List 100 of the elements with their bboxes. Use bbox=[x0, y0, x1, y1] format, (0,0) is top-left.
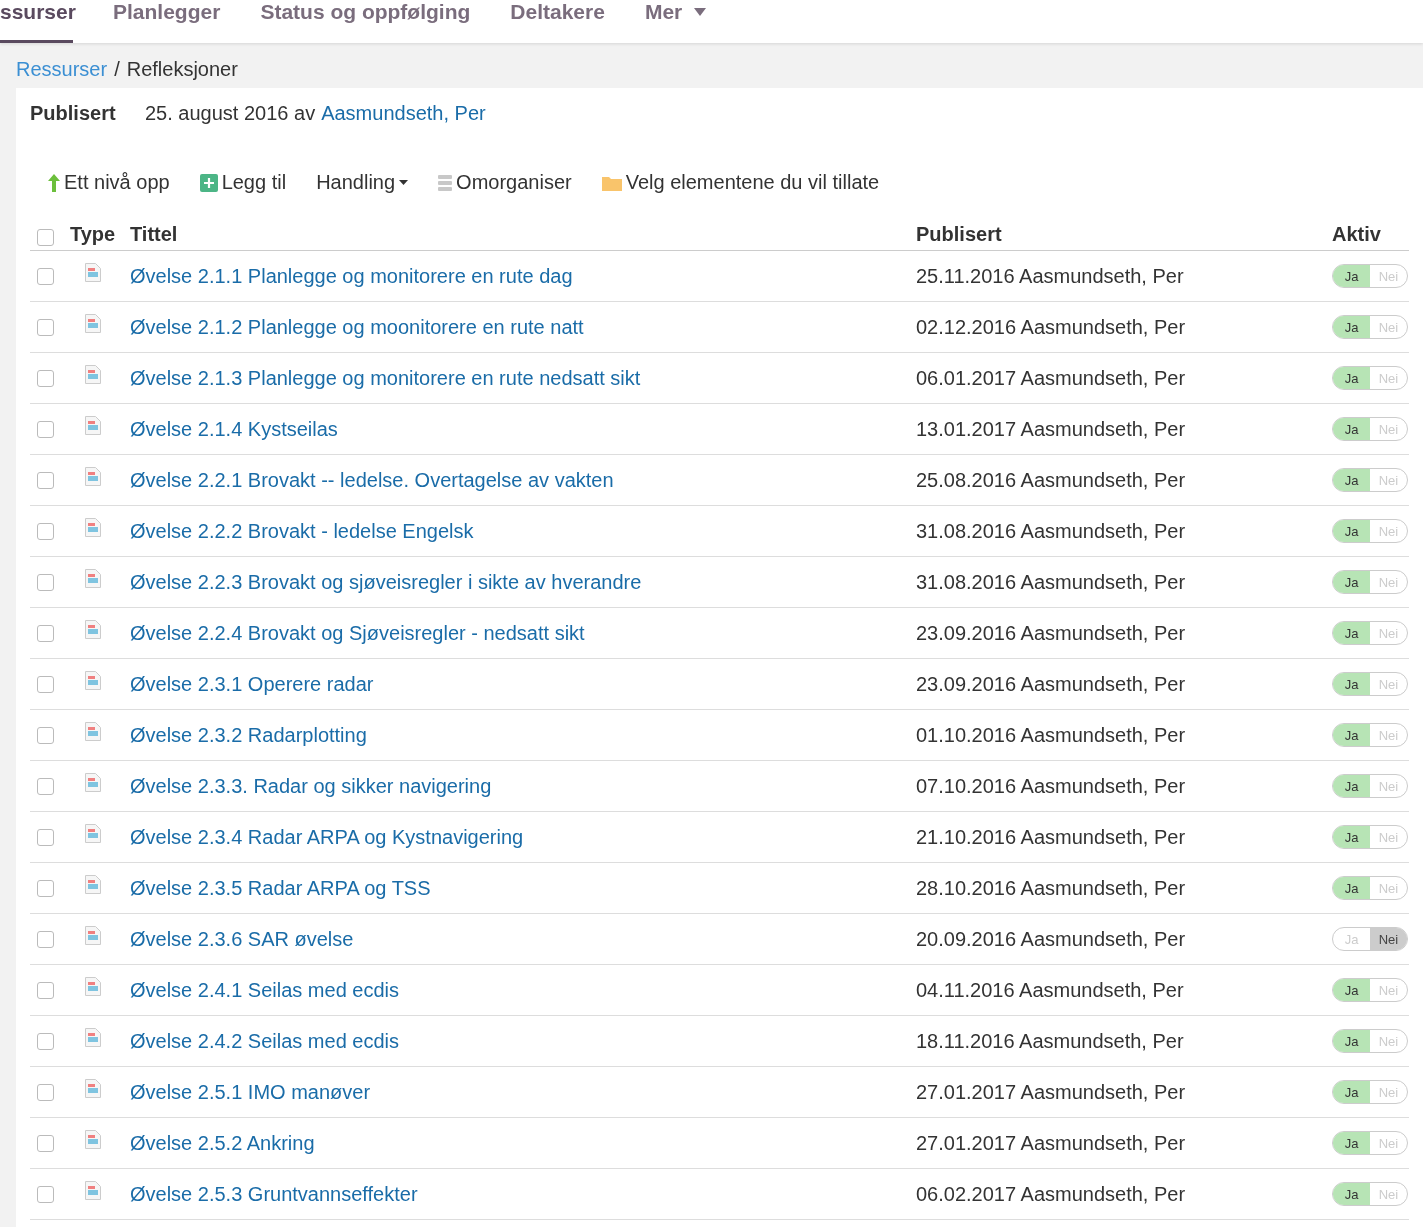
published-cell-text: 20.09.2016 Aasmundseth, Per bbox=[916, 927, 1187, 951]
nav-tab[interactable]: Planlegger bbox=[113, 0, 221, 43]
document-icon bbox=[85, 263, 101, 282]
toolbar-button[interactable]: Ett nivå opp bbox=[48, 171, 170, 194]
resource-title-link[interactable]: Øvelse 2.2.2 Brovakt - ledelse Engelsk bbox=[130, 519, 916, 543]
resource-title-link[interactable]: Øvelse 2.3.5 Radar ARPA og TSS bbox=[130, 876, 916, 900]
resource-title-link[interactable]: Øvelse 2.1.4 Kystseilas bbox=[130, 417, 916, 441]
document-icon bbox=[85, 314, 101, 333]
published-cell-text: 28.10.2016 Aasmundseth, Per bbox=[916, 876, 1187, 900]
published-label: Publisert bbox=[30, 102, 117, 125]
document-icon bbox=[85, 1130, 101, 1149]
document-icon bbox=[85, 416, 101, 435]
document-icon bbox=[85, 977, 101, 996]
row-checkbox[interactable] bbox=[37, 522, 54, 540]
document-icon bbox=[85, 467, 101, 486]
toolbar-button[interactable]: Legg til bbox=[199, 171, 287, 194]
row-checkbox[interactable] bbox=[37, 1032, 54, 1050]
arrow-up-icon bbox=[48, 173, 60, 192]
resource-title-link[interactable]: Øvelse 2.4.2 Seilas med ecdis bbox=[130, 1029, 916, 1053]
row-checkbox[interactable] bbox=[37, 879, 54, 897]
published-cell-text: 25.08.2016 Aasmundseth, Per bbox=[916, 468, 1187, 492]
row-checkbox[interactable] bbox=[37, 624, 54, 642]
row-checkbox[interactable] bbox=[37, 981, 54, 999]
resource-title-link[interactable]: Øvelse 2.3.6 SAR øvelse bbox=[130, 927, 916, 951]
published-cell-text: 31.08.2016 Aasmundseth, Per bbox=[916, 519, 1187, 543]
breadcrumb-current: Refleksjoner bbox=[126, 58, 238, 81]
resource-title-link[interactable]: Øvelse 2.5.2 Ankring bbox=[130, 1131, 916, 1155]
breadcrumb-separator: / bbox=[114, 58, 120, 81]
nav-tab[interactable]: Status og oppfølging bbox=[260, 0, 471, 43]
resource-title-link[interactable]: Øvelse 2.2.3 Brovakt og sjøveisregler i sikte av hverandre bbox=[130, 570, 916, 594]
document-icon bbox=[85, 365, 101, 384]
resource-title-link[interactable]: Øvelse 2.4.1 Seilas med ecdis bbox=[130, 978, 916, 1002]
row-checkbox[interactable] bbox=[37, 318, 54, 336]
column-header: Publisert bbox=[916, 223, 1003, 246]
row-checkbox[interactable] bbox=[37, 471, 54, 489]
resource-title-link[interactable]: Øvelse 2.3.3. Radar og sikker navigering bbox=[130, 774, 916, 798]
row-checkbox[interactable] bbox=[37, 1083, 54, 1101]
document-icon bbox=[85, 722, 101, 741]
row-checkbox[interactable] bbox=[37, 369, 54, 387]
nav-tab[interactable]: Deltakere bbox=[510, 0, 605, 43]
document-icon bbox=[85, 875, 101, 894]
nav-tab[interactable]: Mer bbox=[644, 0, 707, 43]
document-icon bbox=[85, 1079, 101, 1098]
document-icon bbox=[85, 824, 101, 843]
toolbar-button[interactable]: Velg elementene du vil tillate bbox=[601, 171, 880, 194]
published-cell-text: 06.01.2017 Aasmundseth, Per bbox=[916, 366, 1187, 390]
published-cell-text: 04.11.2016 Aasmundseth, Per bbox=[916, 978, 1185, 1002]
row-checkbox[interactable] bbox=[37, 420, 54, 438]
row-checkbox[interactable] bbox=[37, 1185, 54, 1203]
document-icon bbox=[85, 569, 101, 588]
column-header: Tittel bbox=[130, 223, 179, 246]
resource-title-link[interactable]: Øvelse 2.3.2 Radarplotting bbox=[130, 723, 916, 747]
row-checkbox[interactable] bbox=[37, 573, 54, 591]
resource-title-link[interactable]: Øvelse 2.2.4 Brovakt og Sjøveisregler - nedsatt sikt bbox=[130, 621, 916, 645]
published-cell-text: 13.01.2017 Aasmundseth, Per bbox=[916, 417, 1187, 441]
select-all-checkbox[interactable] bbox=[37, 229, 54, 246]
resource-title-link[interactable]: Øvelse 2.1.1 Planlegge og monitorere en rute dag bbox=[130, 264, 916, 288]
resource-title-link[interactable]: Øvelse 2.3.4 Radar ARPA og Kystnavigering bbox=[130, 825, 916, 849]
toolbar-button[interactable]: Handling bbox=[316, 171, 409, 194]
column-header: Type bbox=[70, 223, 117, 246]
resource-title-link[interactable]: Øvelse 2.1.3 Planlegge og monitorere en rute nedsatt sikt bbox=[130, 366, 916, 390]
row-checkbox[interactable] bbox=[37, 267, 54, 285]
document-icon bbox=[85, 926, 101, 945]
published-cell-text: 06.02.2017 Aasmundseth, Per bbox=[916, 1182, 1187, 1206]
author-link[interactable]: Aasmundseth, Per bbox=[321, 102, 486, 125]
row-checkbox[interactable] bbox=[37, 1134, 54, 1152]
resource-title-link[interactable]: Øvelse 2.5.3 Gruntvannseffekter bbox=[130, 1182, 916, 1206]
published-cell-text: 27.01.2017 Aasmundseth, Per bbox=[916, 1131, 1187, 1155]
folder-icon bbox=[601, 174, 622, 191]
published-text: 25. august 2016 av bbox=[145, 102, 316, 125]
published-cell-text: 27.01.2017 Aasmundseth, Per bbox=[916, 1080, 1187, 1104]
document-icon bbox=[85, 518, 101, 537]
published-cell-text: 01.10.2016 Aasmundseth, Per bbox=[916, 723, 1187, 747]
resource-title-link[interactable]: Øvelse 2.3.1 Operere radar bbox=[130, 672, 916, 696]
column-header: Aktiv bbox=[1332, 223, 1381, 246]
published-cell-text: 21.10.2016 Aasmundseth, Per bbox=[916, 825, 1187, 849]
resource-title-link[interactable]: Øvelse 2.1.2 Planlegge og moonitorere en rute natt bbox=[130, 315, 916, 339]
row-checkbox[interactable] bbox=[37, 726, 54, 744]
plus-icon bbox=[199, 173, 218, 192]
row-checkbox[interactable] bbox=[37, 675, 54, 693]
document-icon bbox=[85, 620, 101, 639]
row-checkbox[interactable] bbox=[37, 930, 54, 948]
stack-icon bbox=[438, 173, 453, 192]
caret-icon bbox=[399, 180, 409, 185]
resource-title-link[interactable]: Øvelse 2.5.1 IMO manøver bbox=[130, 1080, 916, 1104]
row-checkbox[interactable] bbox=[37, 828, 54, 846]
published-cell-text: 25.11.2016 Aasmundseth, Per bbox=[916, 264, 1185, 288]
document-icon bbox=[85, 773, 101, 792]
published-cell-text: 07.10.2016 Aasmundseth, Per bbox=[916, 774, 1187, 798]
row-checkbox[interactable] bbox=[37, 777, 54, 795]
published-cell-text: 02.12.2016 Aasmundseth, Per bbox=[916, 315, 1187, 339]
published-cell-text: 18.11.2016 Aasmundseth, Per bbox=[916, 1029, 1185, 1053]
published-cell-text: 31.08.2016 Aasmundseth, Per bbox=[916, 570, 1187, 594]
published-cell-text: 23.09.2016 Aasmundseth, Per bbox=[916, 672, 1187, 696]
published-cell-text: 23.09.2016 Aasmundseth, Per bbox=[916, 621, 1187, 645]
resource-title-link[interactable]: Øvelse 2.2.1 Brovakt -- ledelse. Overtagelse av vakten bbox=[130, 468, 916, 492]
toolbar-button[interactable]: Omorganiser bbox=[438, 171, 572, 194]
document-icon bbox=[85, 1181, 101, 1200]
document-icon bbox=[85, 1028, 101, 1047]
document-icon bbox=[85, 671, 101, 690]
